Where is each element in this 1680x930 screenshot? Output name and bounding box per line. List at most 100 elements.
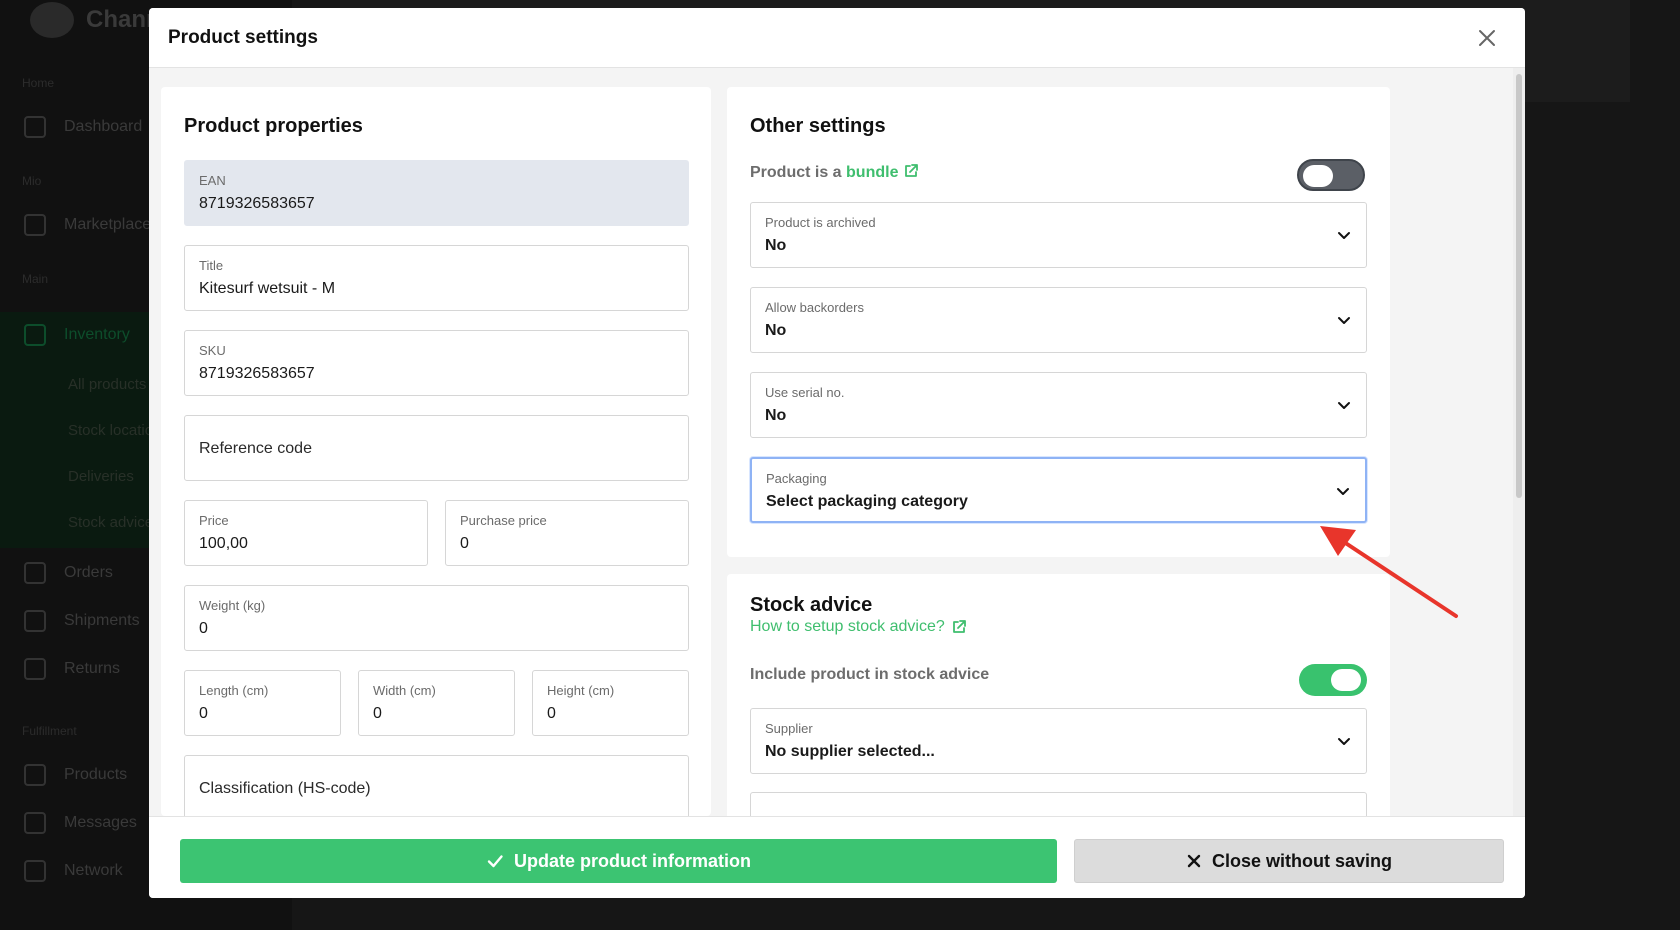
classification-field[interactable]: Classification (HS-code) <box>184 755 689 821</box>
sidebar-item-messages[interactable]: Messages <box>24 812 137 834</box>
external-link-icon <box>905 164 918 177</box>
height-field[interactable]: Height (cm) 0 <box>532 670 689 736</box>
sidebar-item-marketplaces[interactable]: Marketplaces <box>24 214 159 236</box>
weight-value: 0 <box>199 620 208 637</box>
sidebar-item-orders[interactable]: Orders <box>24 562 113 584</box>
reference-code-field[interactable]: Reference code <box>184 415 689 481</box>
x-icon <box>1187 854 1201 868</box>
sidebar-item-shipments[interactable]: Shipments <box>24 610 140 632</box>
ean-label: EAN <box>199 173 226 188</box>
length-field[interactable]: Length (cm) 0 <box>184 670 341 736</box>
sku-field[interactable]: SKU 8719326583657 <box>184 330 689 396</box>
price-field[interactable]: Price 100,00 <box>184 500 428 566</box>
other-settings-heading: Other settings <box>750 115 886 137</box>
bundle-prefix: Product is a <box>750 164 842 181</box>
bundle-row: Product is a bundle <box>750 163 919 182</box>
serial-value: No <box>765 407 787 424</box>
price-value: 100,00 <box>199 535 248 552</box>
sidebar-subitem-stock-advice[interactable]: Stock advice <box>68 514 153 531</box>
chevron-down-icon <box>1338 738 1350 745</box>
sku-value: 8719326583657 <box>199 365 315 382</box>
archived-value: No <box>765 237 787 254</box>
sidebar-item-inventory[interactable]: Inventory <box>24 324 130 346</box>
close-without-saving-label: Close without saving <box>1211 850 1393 871</box>
sidebar-item-network[interactable]: Network <box>24 860 123 882</box>
purchase-price-label: Purchase price <box>460 513 547 528</box>
messages-icon <box>24 812 46 834</box>
chevron-down-icon <box>1338 232 1350 239</box>
stock-advice-help-link[interactable]: How to setup stock advice? <box>750 618 967 636</box>
modal-footer: Update product information Close without… <box>149 816 1525 898</box>
sidebar-item-dashboard[interactable]: Dashboard <box>24 116 142 138</box>
serial-select[interactable]: Use serial no. No <box>750 372 1367 438</box>
close-icon[interactable] <box>1475 26 1499 50</box>
product-settings-modal: Product settings Product properties EAN … <box>149 8 1525 898</box>
title-field[interactable]: Title Kitesurf wetsuit - M <box>184 245 689 311</box>
weight-label: Weight (kg) <box>199 598 266 613</box>
archived-label: Product is archived <box>765 215 876 230</box>
sidebar-subitem-deliveries[interactable]: Deliveries <box>68 468 134 485</box>
backorders-value: No <box>765 322 787 339</box>
network-icon <box>24 860 46 882</box>
serial-label: Use serial no. <box>765 385 845 400</box>
length-label: Length (cm) <box>199 683 269 698</box>
shipments-icon <box>24 610 46 632</box>
update-product-button[interactable]: Update product information <box>180 839 1057 883</box>
length-value: 0 <box>199 705 208 722</box>
title-value: Kitesurf wetsuit - M <box>199 280 336 297</box>
stock-advice-heading: Stock advice <box>750 594 873 616</box>
sku-label: SKU <box>199 343 226 358</box>
supplier-select[interactable]: Supplier No supplier selected... <box>750 708 1367 774</box>
classification-placeholder: Classification (HS-code) <box>199 780 371 797</box>
modal-header: Product settings <box>149 8 1525 68</box>
supplier-label: Supplier <box>765 721 813 736</box>
close-without-saving-button[interactable]: Close without saving <box>1074 839 1504 883</box>
ean-value: 8719326583657 <box>199 195 315 212</box>
sidebar-item-returns[interactable]: Returns <box>24 658 120 680</box>
packaging-select[interactable]: Packaging Select packaging category <box>750 457 1367 523</box>
ean-field: EAN 8719326583657 <box>184 160 689 226</box>
width-label: Width (cm) <box>373 683 436 698</box>
external-link-icon <box>952 620 966 633</box>
packaging-value: Select packaging category <box>766 493 968 510</box>
include-stock-advice-label: Include product in stock advice <box>750 666 990 683</box>
cart-icon <box>24 214 46 236</box>
supplier-value: No supplier selected... <box>765 743 935 760</box>
purchase-price-value: 0 <box>460 535 469 552</box>
modal-scrollbar[interactable] <box>1513 68 1525 816</box>
sidebar-section-home: Home <box>22 76 55 90</box>
sidebar-item-products[interactable]: Products <box>24 764 127 786</box>
archived-select[interactable]: Product is archived No <box>750 202 1367 268</box>
purchase-price-field[interactable]: Purchase price 0 <box>445 500 689 566</box>
stock-advice-card: Stock advice How to setup stock advice? … <box>727 574 1390 858</box>
orders-icon <box>24 562 46 584</box>
width-field[interactable]: Width (cm) 0 <box>358 670 515 736</box>
include-stock-advice-toggle[interactable] <box>1299 664 1367 696</box>
returns-icon <box>24 658 46 680</box>
chevron-down-icon <box>1337 488 1349 495</box>
sidebar-section-fulfillment: Fulfillment <box>22 724 77 738</box>
bundle-toggle[interactable] <box>1297 159 1365 191</box>
backorders-select[interactable]: Allow backorders No <box>750 287 1367 353</box>
other-settings-card: Other settings Product is a bundle Produ… <box>727 87 1390 557</box>
bundle-link[interactable]: bundle <box>846 164 898 181</box>
packaging-label: Packaging <box>766 471 827 486</box>
inventory-icon <box>24 324 46 346</box>
price-label: Price <box>199 513 229 528</box>
height-value: 0 <box>547 705 556 722</box>
sidebar-subitem-all-products[interactable]: All products <box>68 376 146 393</box>
modal-title: Product settings <box>168 27 318 48</box>
backorders-label: Allow backorders <box>765 300 864 315</box>
sidebar-section-mio: Mio <box>22 174 42 188</box>
toggle-knob <box>1331 669 1361 691</box>
dashboard-icon <box>24 116 46 138</box>
products-icon <box>24 764 46 786</box>
reference-code-placeholder: Reference code <box>199 440 312 457</box>
chevron-down-icon <box>1338 317 1350 324</box>
title-label: Title <box>199 258 224 273</box>
product-properties-card: Product properties EAN 8719326583657 Tit… <box>161 87 711 821</box>
stock-advice-help-text: How to setup stock advice? <box>750 618 945 635</box>
scrollbar-thumb[interactable] <box>1516 74 1522 498</box>
weight-field[interactable]: Weight (kg) 0 <box>184 585 689 651</box>
app-logo <box>30 2 74 38</box>
